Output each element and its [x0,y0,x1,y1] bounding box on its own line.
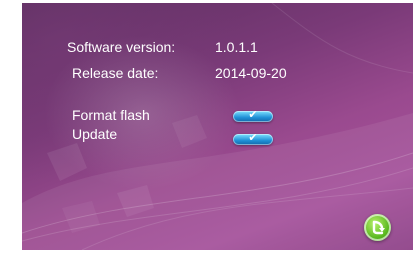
software-version-label: Software version: [67,39,176,55]
software-version-value: 1.0.1.1 [215,39,258,55]
check-icon: ✔ [248,131,258,144]
format-flash-label: Format flash [72,107,150,123]
format-flash-confirm-button[interactable]: ✔ [233,108,273,122]
release-date-label: Release date: [72,65,159,81]
check-icon: ✔ [248,108,258,121]
release-date-value: 2014-09-20 [215,65,287,81]
settings-screen: Software version: 1.0.1.1 Release date: … [22,3,413,250]
update-label: Update [72,126,118,142]
back-arrow-icon [372,220,385,235]
update-confirm-button[interactable]: ✔ [233,131,273,145]
back-button[interactable] [364,214,391,241]
